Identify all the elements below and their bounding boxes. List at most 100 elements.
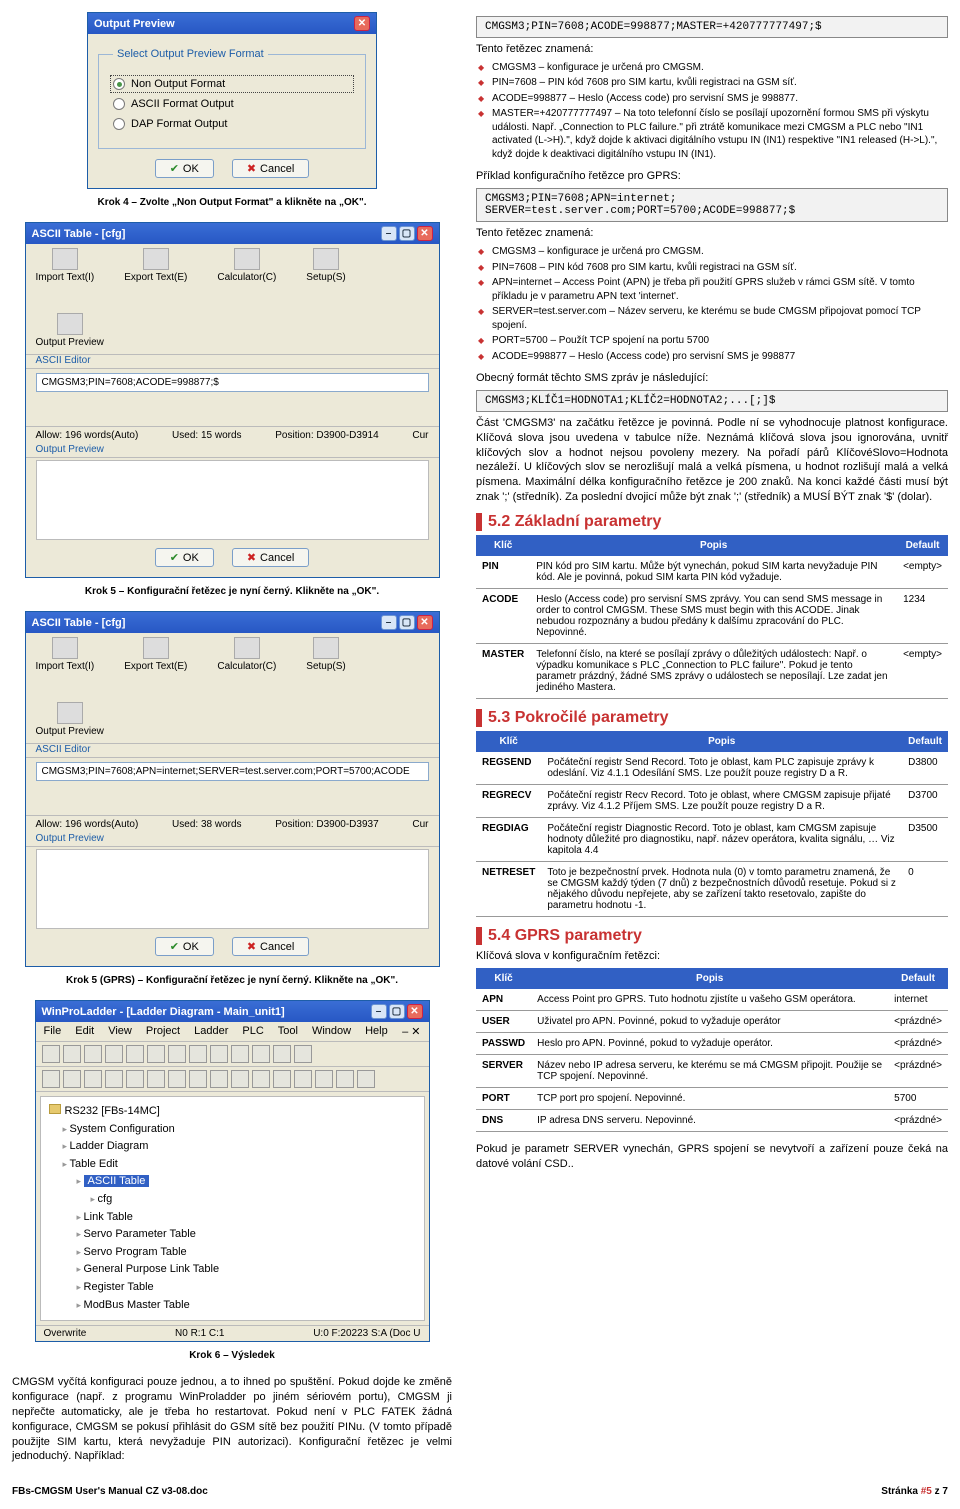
tool-icon[interactable] <box>357 1070 375 1088</box>
radio-dap[interactable]: DAP Format Output <box>113 118 351 130</box>
tree-item[interactable]: ModBus Master Table <box>77 1297 416 1315</box>
tool-icon[interactable] <box>168 1045 186 1063</box>
menu-edit[interactable]: Edit <box>75 1025 94 1038</box>
tree-item[interactable]: Link Table <box>77 1209 416 1227</box>
mdi-close[interactable]: – ✕ <box>402 1025 420 1038</box>
tool-icon[interactable] <box>63 1070 81 1088</box>
tool-icon[interactable] <box>147 1045 165 1063</box>
cancel-button[interactable]: Cancel <box>232 548 309 567</box>
tool-icon[interactable] <box>273 1045 291 1063</box>
tool-icon[interactable] <box>336 1070 354 1088</box>
radio-non-output[interactable]: Non Output Format <box>113 78 351 90</box>
th-key: Klíč <box>476 968 531 989</box>
project-tree[interactable]: RS232 [FBs-14MC] System Configuration La… <box>40 1096 425 1321</box>
setup-button[interactable]: Setup(S) <box>306 248 345 283</box>
tree-item[interactable]: General Purpose Link Table <box>77 1261 416 1279</box>
tree-item-ascii[interactable]: ASCII Table cfg <box>77 1173 416 1208</box>
tool-icon[interactable] <box>315 1070 333 1088</box>
tool-icon[interactable] <box>42 1045 60 1063</box>
tool-icon[interactable] <box>189 1045 207 1063</box>
ok-button[interactable]: OK <box>155 937 214 956</box>
close-icon[interactable]: ✕ <box>354 16 370 31</box>
tool-icon[interactable] <box>126 1045 144 1063</box>
tool-icon[interactable] <box>126 1070 144 1088</box>
menu-help[interactable]: Help <box>365 1025 388 1038</box>
th-default: Default <box>897 535 948 556</box>
ok-button[interactable]: OK <box>155 548 214 567</box>
tool-icon[interactable] <box>294 1070 312 1088</box>
tree-item[interactable]: Table Edit ASCII Table cfg Link Table Se… <box>63 1156 416 1314</box>
tool-icon[interactable] <box>105 1070 123 1088</box>
status-row: Allow: 196 words(Auto) Used: 38 words Po… <box>26 815 439 833</box>
tool-icon[interactable] <box>168 1070 186 1088</box>
tool-icon[interactable] <box>273 1070 291 1088</box>
menu-view[interactable]: View <box>108 1025 132 1038</box>
tool-icon[interactable] <box>147 1070 165 1088</box>
close-icon[interactable]: ✕ <box>407 1004 423 1019</box>
radio-ascii[interactable]: ASCII Format Output <box>113 98 351 110</box>
list-item: ACODE=998877 – Heslo (Access code) pro s… <box>476 350 948 364</box>
output-preview-button[interactable]: Output Preview <box>36 702 104 737</box>
tool-icon[interactable] <box>210 1070 228 1088</box>
export-text-button[interactable]: Export Text(E) <box>124 637 187 672</box>
radio-icon <box>113 78 125 90</box>
bottom-para: CMGSM vyčítá konfiguraci pouze jednou, a… <box>12 1375 452 1464</box>
import-text-button[interactable]: Import Text(I) <box>36 637 95 672</box>
maximize-icon[interactable]: ▢ <box>399 226 415 241</box>
tree-item[interactable]: Register Table <box>77 1279 416 1297</box>
used-label: Used: 15 words <box>172 430 241 441</box>
maximize-icon[interactable]: ▢ <box>389 1004 405 1019</box>
tool-icon[interactable] <box>42 1070 60 1088</box>
menu-ladder[interactable]: Ladder <box>194 1025 228 1038</box>
tree-item[interactable]: System Configuration <box>63 1121 416 1139</box>
maximize-icon[interactable]: ▢ <box>399 615 415 630</box>
config-input[interactable]: CMGSM3;PIN=7608;ACODE=998877;$ <box>36 373 429 392</box>
table-row: REGDIAGPočáteční registr Diagnostic Reco… <box>476 817 948 861</box>
titlebar: WinProLadder - [Ladder Diagram - Main_un… <box>36 1001 429 1022</box>
config-input[interactable]: CMGSM3;PIN=7608;APN=internet;SERVER=test… <box>36 762 429 781</box>
tool-icon[interactable] <box>189 1070 207 1088</box>
tree-item[interactable]: Servo Parameter Table <box>77 1226 416 1244</box>
server-note: Pokud je parametr SERVER vynechán, GPRS … <box>476 1142 948 1172</box>
menu-tool[interactable]: Tool <box>278 1025 298 1038</box>
tree-item-cfg[interactable]: cfg <box>91 1191 416 1209</box>
tool-icon[interactable] <box>294 1045 312 1063</box>
tool-icon[interactable] <box>63 1045 81 1063</box>
tool-icon[interactable] <box>210 1045 228 1063</box>
tree-root[interactable]: RS232 [FBs-14MC] <box>65 1105 160 1117</box>
menu-plc[interactable]: PLC <box>242 1025 263 1038</box>
ok-button[interactable]: OK <box>155 159 214 178</box>
setup-button[interactable]: Setup(S) <box>306 637 345 672</box>
minimize-icon[interactable]: – <box>381 615 397 630</box>
export-text-button[interactable]: Export Text(E) <box>124 248 187 283</box>
tool-icon[interactable] <box>84 1045 102 1063</box>
tool-icon[interactable] <box>252 1070 270 1088</box>
tree-item[interactable]: Servo Program Table <box>77 1244 416 1262</box>
th-default: Default <box>902 731 948 752</box>
calculator-button[interactable]: Calculator(C) <box>217 248 276 283</box>
tree-item[interactable]: Ladder Diagram <box>63 1138 416 1156</box>
minimize-icon[interactable]: – <box>371 1004 387 1019</box>
cancel-button[interactable]: Cancel <box>232 937 309 956</box>
import-text-button[interactable]: Import Text(I) <box>36 248 95 283</box>
menu-file[interactable]: File <box>44 1025 62 1038</box>
tool-icon[interactable] <box>231 1070 249 1088</box>
label-tento-2: Tento řetězec znamená: <box>476 226 948 241</box>
tool-icon[interactable] <box>252 1045 270 1063</box>
minimize-icon[interactable]: – <box>381 226 397 241</box>
toolbar-icons-1 <box>36 1042 429 1067</box>
table-advanced-params: Klíč Popis Default REGSENDPočáteční regi… <box>476 731 948 917</box>
close-icon[interactable]: ✕ <box>417 226 433 241</box>
calculator-button[interactable]: Calculator(C) <box>217 637 276 672</box>
general-format-label: Obecný formát těchto SMS zpráv je násled… <box>476 371 948 386</box>
menu-project[interactable]: Project <box>146 1025 180 1038</box>
cancel-button[interactable]: Cancel <box>232 159 309 178</box>
close-icon[interactable]: ✕ <box>417 615 433 630</box>
preview-area <box>36 849 429 929</box>
output-preview-button[interactable]: Output Preview <box>36 313 104 348</box>
tool-icon[interactable] <box>105 1045 123 1063</box>
tool-icon[interactable] <box>231 1045 249 1063</box>
tool-icon[interactable] <box>84 1070 102 1088</box>
menu-window[interactable]: Window <box>312 1025 351 1038</box>
list-item: MASTER=+420777777497 – Na toto telefonní… <box>476 107 948 161</box>
